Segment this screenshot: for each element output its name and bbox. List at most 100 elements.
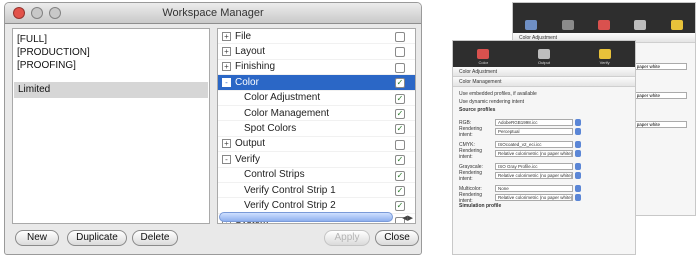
profile-setting-row: Rendering intent: Relative colorimetric (… (453, 147, 635, 160)
output-icon (634, 20, 647, 30)
setting-dropdown: ISOcoated_v2_eci.icc (495, 141, 573, 148)
simulation-profile-label: Simulation profile (459, 203, 502, 209)
setting-label: Rendering intent: (459, 169, 483, 182)
tree-row-label: Verify (235, 153, 261, 165)
expand-icon[interactable]: + (222, 139, 231, 149)
finishing-icon (598, 49, 611, 59)
setting-dropdown: ISO Gray Profile.icc (495, 163, 573, 170)
tree-row[interactable]: Verify Control Strip 1 ✓ (218, 183, 415, 199)
profile-item[interactable]: [FULL] (13, 33, 209, 46)
dropdown-arrow-icon (575, 150, 581, 157)
horizontal-scrollbar[interactable] (219, 212, 393, 222)
visibility-checkbox[interactable] (395, 139, 405, 150)
layout-icon (561, 20, 574, 30)
tree-row-label: Layout (235, 46, 266, 58)
tree-row-label: Control Strips (244, 169, 305, 181)
toolbar-label: Verify (599, 60, 610, 65)
dropdown-arrow-icon (575, 172, 581, 179)
new-button[interactable]: New (15, 230, 59, 246)
workspace-manager-window: Workspace Manager [FULL] [PRODUCTION] [P… (4, 2, 422, 255)
duplicate-button[interactable]: Duplicate (67, 230, 127, 246)
delete-button[interactable]: Delete (132, 230, 178, 246)
collapse-icon[interactable]: - (222, 77, 231, 87)
preview-field: in paper white (629, 121, 687, 128)
visibility-checkbox[interactable] (395, 32, 405, 42)
visibility-checkbox[interactable] (395, 62, 405, 73)
tree-row[interactable]: - Color ✓ (218, 75, 415, 91)
visibility-checkbox[interactable]: ✓ (395, 124, 405, 135)
visibility-checkbox[interactable]: ✓ (395, 201, 405, 212)
section-header: Color Management (453, 77, 635, 87)
preview-toolbar (513, 3, 695, 33)
tree-row[interactable]: + Output (218, 137, 415, 153)
tree-row[interactable]: Spot Colors ✓ (218, 121, 415, 137)
expand-icon[interactable]: + (222, 62, 231, 72)
setting-label: Rendering intent: (459, 125, 483, 138)
tree-row-label: Verify Control Strip 1 (244, 184, 336, 196)
setting-label: Rendering intent: (459, 147, 483, 160)
dropdown-arrow-icon (575, 119, 581, 126)
profile-item-selected[interactable]: Limited (14, 82, 208, 98)
color-icon (477, 49, 490, 59)
tree-row[interactable]: + Finishing (218, 60, 415, 76)
profile-list[interactable]: [FULL] [PRODUCTION] [PROOFING] Limited (12, 28, 210, 224)
tree-row[interactable]: Control Strips ✓ (218, 168, 415, 183)
file-icon (525, 20, 538, 30)
tree-row[interactable]: Color Management ✓ (218, 106, 415, 122)
window-title: Workspace Manager (162, 7, 264, 19)
visibility-checkbox[interactable]: ✓ (395, 108, 405, 119)
setting-dropdown: None (495, 185, 573, 192)
feature-tree[interactable]: + File + Layout + Finishing - Color ✓ Color Adjus… (217, 28, 416, 224)
profile-setting-row: Rendering intent: Perceptual (453, 125, 635, 138)
setting-dropdown: AdobeRGB1998.icc (495, 119, 573, 126)
dropdown-arrow-icon (575, 141, 581, 148)
tree-row[interactable]: + Layout (218, 44, 415, 60)
tree-row-label: Verify Control Strip 2 (244, 199, 336, 211)
profile-item[interactable]: [PROOFING] (13, 59, 209, 72)
title-bar: Workspace Manager (5, 3, 421, 24)
source-profiles-label: Source profiles (459, 107, 496, 113)
tree-row-label: Color (235, 76, 259, 88)
output-icon (537, 49, 550, 59)
preview-toolbar: Color Output Verify (453, 41, 635, 67)
scroll-arrows-icon[interactable]: ◀▶ (402, 214, 413, 222)
tree-row-label: Spot Colors (244, 123, 297, 135)
setting-dropdown: Relative colorimetric (no paper white) (495, 172, 573, 179)
visibility-checkbox[interactable] (395, 47, 405, 58)
tree-row-label: Color Adjustment (244, 92, 321, 104)
tree-row-label: Output (235, 138, 266, 150)
visibility-checkbox[interactable]: ✓ (395, 78, 405, 89)
expand-icon[interactable]: + (222, 47, 231, 57)
checkbox-label: Use embedded profiles, if available (459, 91, 537, 97)
tree-row[interactable]: - Verify ✓ (218, 152, 415, 168)
dropdown-arrow-icon (575, 194, 581, 201)
toolbar-label: Output (537, 60, 550, 65)
preview-card-front: Color Output Verify Color Adjustment Color… (452, 40, 636, 255)
apply-button[interactable]: Apply (324, 230, 370, 246)
profile-item[interactable]: [PRODUCTION] (13, 46, 209, 59)
setting-dropdown: Relative colorimetric (no paper white) (495, 194, 573, 201)
tree-row[interactable]: Color Adjustment ✓ (218, 91, 415, 106)
tree-row-label: File (235, 30, 252, 42)
visibility-checkbox[interactable]: ✓ (395, 185, 405, 196)
dropdown-arrow-icon (575, 185, 581, 192)
preview-field: in paper white (629, 63, 687, 70)
section-header: Color Adjustment (453, 67, 635, 77)
visibility-checkbox[interactable]: ✓ (395, 93, 405, 104)
tree-row[interactable]: + File (218, 29, 415, 45)
tree-row-label: Finishing (235, 61, 276, 73)
tree-row-label: Color Management (244, 107, 330, 119)
expand-icon[interactable]: + (222, 31, 231, 41)
profile-setting-row: Rendering intent: Relative colorimetric (… (453, 192, 635, 204)
dropdown-arrow-icon (575, 163, 581, 170)
preview-field: in paper white (629, 92, 687, 99)
close-button[interactable]: Close (375, 230, 419, 246)
dropdown-arrow-icon (575, 128, 581, 135)
checkbox-label: Use dynamic rendering intent (459, 99, 525, 105)
finishing-icon (670, 20, 683, 30)
collapse-icon[interactable]: - (222, 154, 231, 164)
visibility-checkbox[interactable]: ✓ (395, 170, 405, 181)
setting-dropdown: Perceptual (495, 128, 573, 135)
visibility-checkbox[interactable]: ✓ (395, 155, 405, 166)
toolbar-label: Color (478, 60, 489, 65)
